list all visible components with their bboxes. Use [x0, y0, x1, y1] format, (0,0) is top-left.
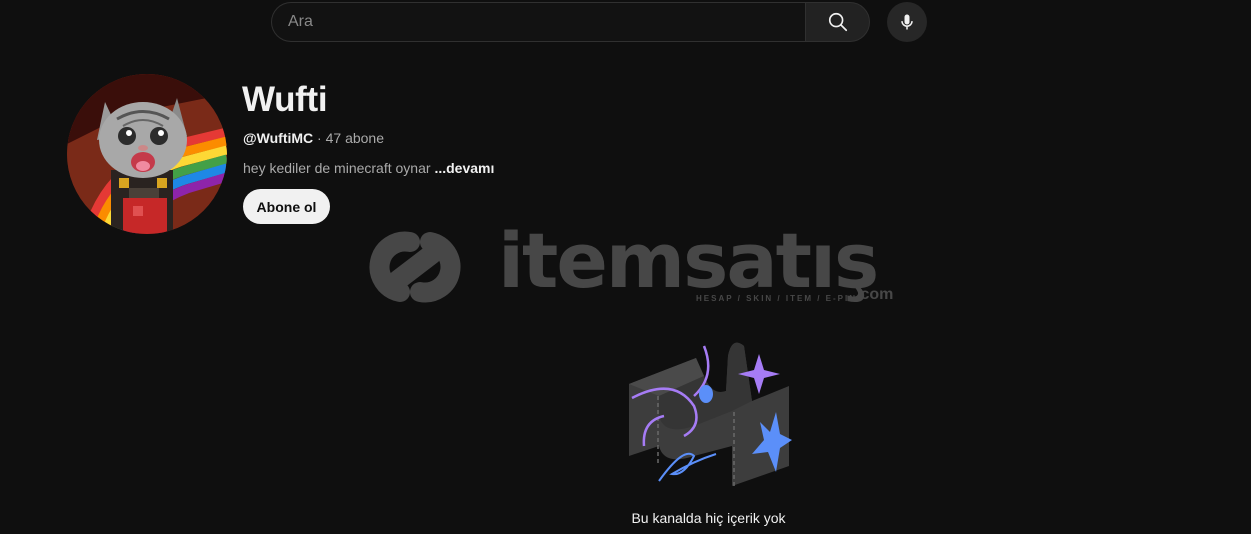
search-input-wrapper [271, 2, 805, 42]
channel-name: Wufti [242, 80, 328, 119]
avatar-image [67, 74, 227, 234]
watermark-logo [369, 231, 461, 303]
watermark-tagline: HESAP / SKIN / ITEM / E-PIN [696, 294, 857, 303]
channel-avatar[interactable] [67, 74, 227, 234]
search-button[interactable] [805, 2, 870, 42]
channel-description[interactable]: hey kediler de minecraft oynar ...devamı [243, 160, 494, 176]
empty-state-illustration [629, 342, 792, 486]
search-bar [271, 2, 870, 42]
meta-separator: · [313, 130, 326, 146]
empty-state-message: Bu kanalda hiç içerik yok [0, 510, 1251, 526]
search-input[interactable] [272, 13, 805, 31]
description-text: hey kediler de minecraft oynar [243, 160, 431, 176]
search-icon [828, 12, 847, 32]
more-link[interactable]: ...devamı [434, 160, 494, 176]
watermark: itemsatış HESAP / SKIN / ITEM / E-PIN .c… [350, 216, 910, 312]
empty-state-text: Bu kanalda hiç içerik yok [631, 510, 786, 526]
watermark-brand: itemsatış [498, 216, 879, 305]
channel-meta: @WuftiMC · 47 abone [243, 130, 384, 146]
subscriber-count: 47 abone [325, 130, 385, 146]
subscribe-button[interactable]: Abone ol [243, 189, 330, 224]
watermark-domain: .com [856, 286, 894, 303]
channel-handle: @WuftiMC [243, 130, 314, 146]
voice-search-button[interactable] [887, 2, 927, 42]
mic-icon [901, 14, 913, 30]
